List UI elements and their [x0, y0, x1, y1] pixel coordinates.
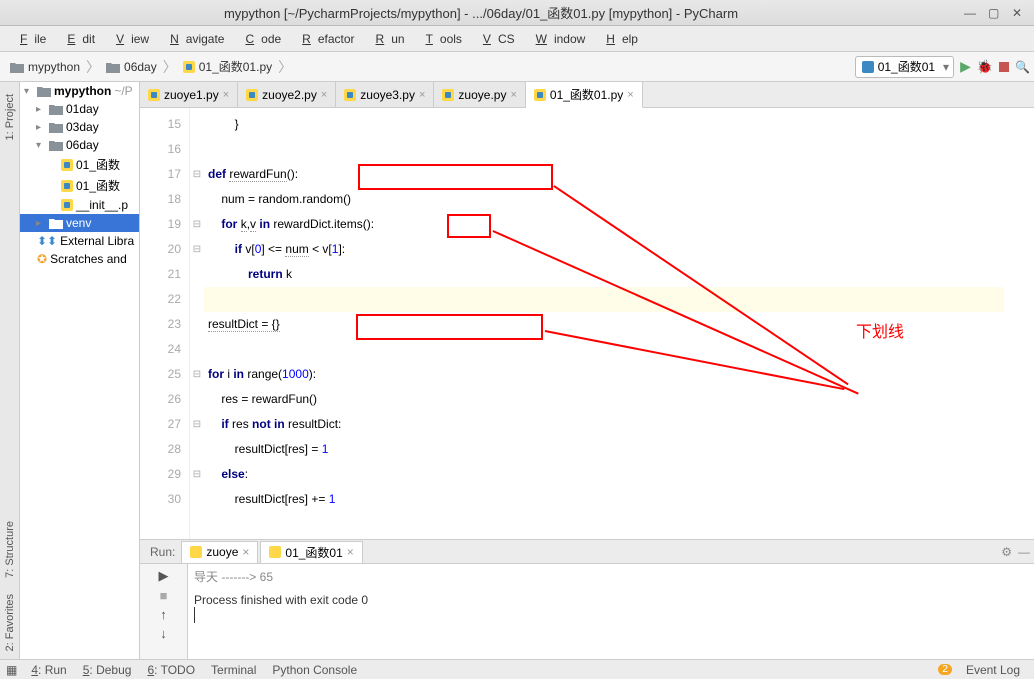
menu-run[interactable]: Run	[362, 30, 412, 48]
breadcrumb[interactable]: 06day	[100, 56, 163, 78]
left-tool-gutter: 1: Project 7: Structure 2: Favorites	[0, 82, 20, 659]
stop-button[interactable]	[999, 62, 1009, 72]
run-tab[interactable]: zuoye ×	[181, 541, 258, 563]
favorites-tool-tab[interactable]: 2: Favorites	[2, 586, 18, 659]
run-button[interactable]: ▶	[960, 58, 971, 75]
maximize-icon[interactable]: ▢	[988, 6, 1002, 20]
run-output[interactable]: 导天 -------> 65 Process finished with exi…	[188, 564, 1034, 659]
window-title: mypython [~/PycharmProjects/mypython] - …	[8, 3, 954, 22]
structure-tool-tab[interactable]: 7: Structure	[2, 513, 18, 586]
close-tab-icon[interactable]: ×	[510, 89, 516, 101]
menu-window[interactable]: Window	[522, 30, 593, 48]
editor-tab[interactable]: zuoye3.py×	[336, 82, 434, 107]
run-config-label: 01_函数01	[878, 58, 935, 75]
project-item[interactable]: ▸venv	[20, 214, 139, 232]
editor-tabs: zuoye1.py×zuoye2.py×zuoye3.py×zuoye.py×0…	[140, 82, 1034, 108]
settings-icon[interactable]: ⚙	[1001, 545, 1012, 559]
project-item[interactable]: __init__.p	[20, 196, 139, 214]
project-tool-tab[interactable]: 1: Project	[2, 86, 18, 148]
navigation-bar: mypython〉06day〉01_函数01.py〉 01_函数01 ▶ 🐞 🔍	[0, 52, 1034, 82]
menubar: FileEditViewNavigateCodeRefactorRunTools…	[0, 26, 1034, 52]
project-root[interactable]: ▾ mypython ~/P	[20, 82, 139, 100]
close-tab-icon[interactable]: ×	[627, 89, 633, 101]
close-tab-icon[interactable]: ×	[223, 89, 229, 101]
editor-tab[interactable]: zuoye2.py×	[238, 82, 336, 107]
fold-column: ⊟⊟⊟⊟⊟⊟	[190, 108, 204, 539]
code-editor[interactable]: 15161718192021222324252627282930 ⊟⊟⊟⊟⊟⊟ …	[140, 108, 1034, 539]
titlebar: mypython [~/PycharmProjects/mypython] - …	[0, 0, 1034, 26]
line-gutter: 15161718192021222324252627282930	[140, 108, 190, 539]
menu-view[interactable]: View	[102, 30, 156, 48]
stop-button[interactable]: ■	[160, 588, 168, 603]
menu-code[interactable]: Code	[231, 30, 288, 48]
status-button[interactable]: 4: Run	[23, 663, 74, 677]
menu-vcs[interactable]: VCS	[469, 30, 522, 48]
run-tab[interactable]: 01_函数01 ×	[260, 541, 362, 563]
menu-tools[interactable]: Tools	[412, 30, 469, 48]
close-icon[interactable]: ✕	[1012, 6, 1026, 20]
run-tool-window: Run: zuoye ×01_函数01 × ⚙ — ▶ ■ ↑ ↓ 导天 ---…	[140, 539, 1034, 659]
close-tab-icon[interactable]: ×	[419, 89, 425, 101]
down-icon[interactable]: ↓	[160, 626, 167, 641]
close-tab-icon[interactable]: ×	[321, 89, 327, 101]
status-button[interactable]: 5: Debug	[75, 663, 140, 677]
menu-edit[interactable]: Edit	[53, 30, 102, 48]
status-button[interactable]: Python Console	[264, 663, 365, 677]
breadcrumb[interactable]: mypython	[4, 56, 86, 78]
editor-tab[interactable]: 01_函数01.py×	[526, 82, 643, 108]
menu-navigate[interactable]: Navigate	[156, 30, 231, 48]
project-item[interactable]: ✪Scratches and	[20, 250, 139, 268]
editor-area: zuoye1.py×zuoye2.py×zuoye3.py×zuoye.py×0…	[140, 82, 1034, 659]
hide-icon[interactable]: —	[1018, 545, 1030, 559]
menu-file[interactable]: File	[6, 30, 53, 48]
project-item[interactable]: ⬍⬍External Libra	[20, 232, 139, 250]
run-controls: ▶ ■ ↑ ↓	[140, 564, 188, 659]
project-item[interactable]: ▸03day	[20, 118, 139, 136]
editor-tab[interactable]: zuoye1.py×	[140, 82, 238, 107]
debug-button[interactable]: 🐞	[977, 59, 993, 75]
up-icon[interactable]: ↑	[160, 607, 167, 622]
editor-tab[interactable]: zuoye.py×	[434, 82, 525, 107]
rerun-button[interactable]: ▶	[159, 568, 169, 584]
menu-refactor[interactable]: Refactor	[288, 30, 361, 48]
event-badge: 2	[938, 664, 952, 675]
project-item[interactable]: ▸01day	[20, 100, 139, 118]
menu-help[interactable]: Help	[592, 30, 645, 48]
status-button[interactable]: Terminal	[203, 663, 264, 677]
find-button[interactable]: 🔍	[1015, 60, 1030, 74]
run-config-select[interactable]: 01_函数01	[855, 56, 954, 78]
tool-window-toggle[interactable]: ▦	[6, 663, 17, 677]
project-item[interactable]: 01_函数	[20, 175, 139, 196]
status-bar: ▦ 4: Run5: Debug6: TODOTerminalPython Co…	[0, 659, 1034, 679]
project-panel: ▾ mypython ~/P ▸01day▸03day▾06day01_函数01…	[20, 82, 140, 659]
breadcrumb[interactable]: 01_函数01.py	[177, 56, 278, 78]
annotation-label: 下划线	[856, 318, 904, 342]
run-label: Run:	[144, 545, 181, 559]
event-log-button[interactable]: Event Log	[958, 663, 1028, 677]
project-item[interactable]: ▾06day	[20, 136, 139, 154]
status-button[interactable]: 6: TODO	[139, 663, 203, 677]
project-item[interactable]: 01_函数	[20, 154, 139, 175]
minimize-icon[interactable]: —	[964, 6, 978, 20]
